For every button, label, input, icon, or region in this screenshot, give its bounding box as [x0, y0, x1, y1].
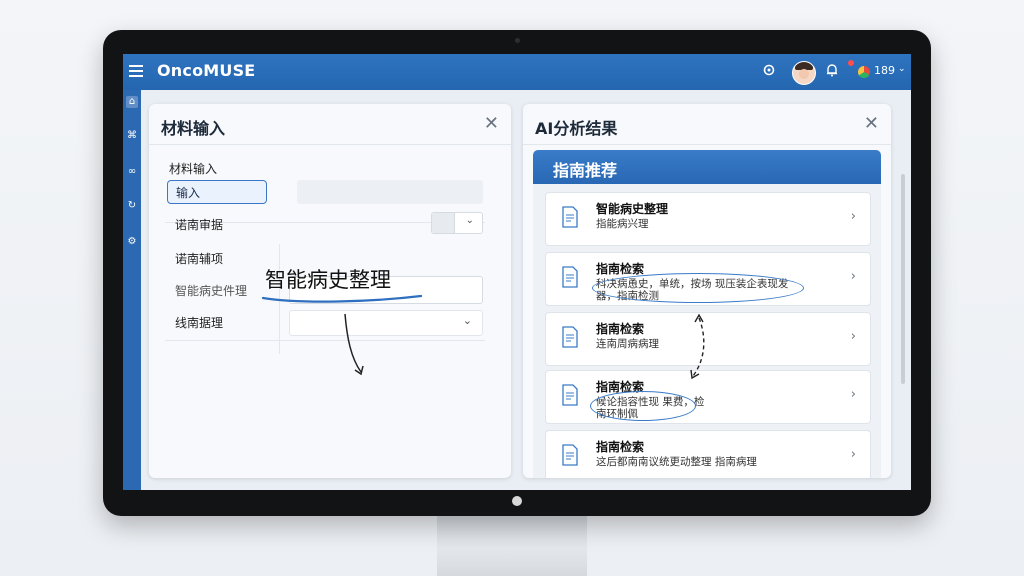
power-button[interactable]: [512, 496, 522, 506]
document-icon: [562, 326, 578, 348]
card-title: 指南检索: [596, 322, 645, 336]
user-code[interactable]: 189: [874, 64, 895, 77]
status-icon[interactable]: [858, 66, 870, 78]
panel-title: 材料输入: [161, 119, 226, 138]
home-icon[interactable]: ⌂: [126, 96, 138, 108]
app-title: OncoMUSE: [157, 61, 256, 80]
chevron-right-icon: ›: [850, 209, 856, 224]
bell-icon[interactable]: [823, 63, 841, 81]
chart-icon[interactable]: ⌘: [126, 130, 138, 142]
chevron-right-icon: ›: [850, 269, 856, 284]
form-label: 线南据理: [175, 316, 224, 330]
highlight-annotation: [590, 391, 696, 421]
recommendation-list: 智能病史整理 指能病兴理 › 指南检索 科决病恿史，单统，按场 现压装企表现发器…: [533, 184, 881, 478]
section-subtitle: 材料输入: [169, 162, 218, 176]
card-subtitle: 指能病兴理: [596, 218, 649, 230]
form-label: 诺南审据: [175, 218, 224, 232]
annotation-arrow: [261, 294, 423, 376]
chevron-right-icon: ›: [850, 329, 856, 344]
settings-gear-icon[interactable]: ⚙: [126, 236, 138, 248]
chevron-down-icon[interactable]: ⌄: [898, 64, 906, 74]
list-item[interactable]: 智能病史整理 指能病兴理 ›: [545, 192, 871, 246]
chevron-right-icon: ›: [850, 387, 856, 402]
form-label: 智能病史件理: [175, 284, 248, 298]
list-item[interactable]: 指南检索 这后都南南议统更动整理 指南病理 ›: [545, 430, 871, 478]
highlight-annotation: [592, 273, 804, 303]
menu-icon[interactable]: [129, 65, 143, 77]
link-icon[interactable]: ∞: [126, 166, 138, 178]
card-title: 指南检索: [596, 262, 645, 276]
annotation-arrow: [690, 313, 705, 380]
share-icon[interactable]: ↻: [126, 200, 138, 212]
section-title: 指南推荐: [553, 161, 618, 180]
document-icon: [562, 266, 578, 288]
guideline-recommendation-header: 指南推荐: [533, 150, 881, 184]
monitor-frame: OncoMUSE 189 ⌄ ⌂ ⌘ ∞ ↻ ⚙ 材料输入 ✕ 材料输入 输入 …: [103, 30, 931, 516]
close-icon[interactable]: ✕: [484, 113, 499, 134]
ai-analysis-panel: AI分析结果 ✕ 指南推荐 智能病史整理 指能病兴理 › 指南检索 科决病恿史，…: [523, 104, 891, 478]
left-nav: ⌂ ⌘ ∞ ↻ ⚙: [123, 90, 141, 490]
card-title: 智能病史整理: [596, 202, 669, 216]
document-icon: [562, 444, 578, 466]
app-screen: OncoMUSE 189 ⌄ ⌂ ⌘ ∞ ↻ ⚙ 材料输入 ✕ 材料输入 输入 …: [123, 54, 911, 490]
card-subtitle: 这后都南南议统更动整理 指南病理: [596, 456, 757, 468]
notification-badge: [848, 60, 854, 66]
panel-header: 材料输入 ✕: [149, 104, 511, 145]
card-subtitle: 连南周病病理: [596, 338, 659, 350]
input-tab[interactable]: 输入: [167, 180, 267, 204]
material-input-panel: 材料输入 ✕ 材料输入 输入 诺南审据 ⌄ 诺南辅项 智能病史件理 线南据理 ⌄…: [149, 104, 511, 478]
dropdown-select[interactable]: ⌄: [431, 212, 483, 234]
input-field-placeholder[interactable]: [297, 180, 483, 204]
document-icon: [562, 206, 578, 228]
form-label: 诺南辅项: [175, 252, 224, 266]
panel-header: AI分析结果 ✕: [523, 104, 891, 145]
card-title: 指南检索: [596, 440, 645, 454]
panel-title: AI分析结果: [535, 119, 618, 138]
settings-icon[interactable]: [760, 63, 778, 81]
list-item[interactable]: 指南检索 科决病恿史，单统，按场 现压装企表现发器，指南检测 ›: [545, 252, 871, 306]
avatar[interactable]: [792, 61, 816, 85]
close-icon[interactable]: ✕: [864, 113, 879, 134]
top-bar: OncoMUSE 189 ⌄: [123, 54, 911, 90]
document-icon: [562, 384, 578, 406]
scrollbar[interactable]: [901, 174, 905, 384]
chevron-right-icon: ›: [850, 447, 856, 462]
webcam: [515, 38, 520, 43]
